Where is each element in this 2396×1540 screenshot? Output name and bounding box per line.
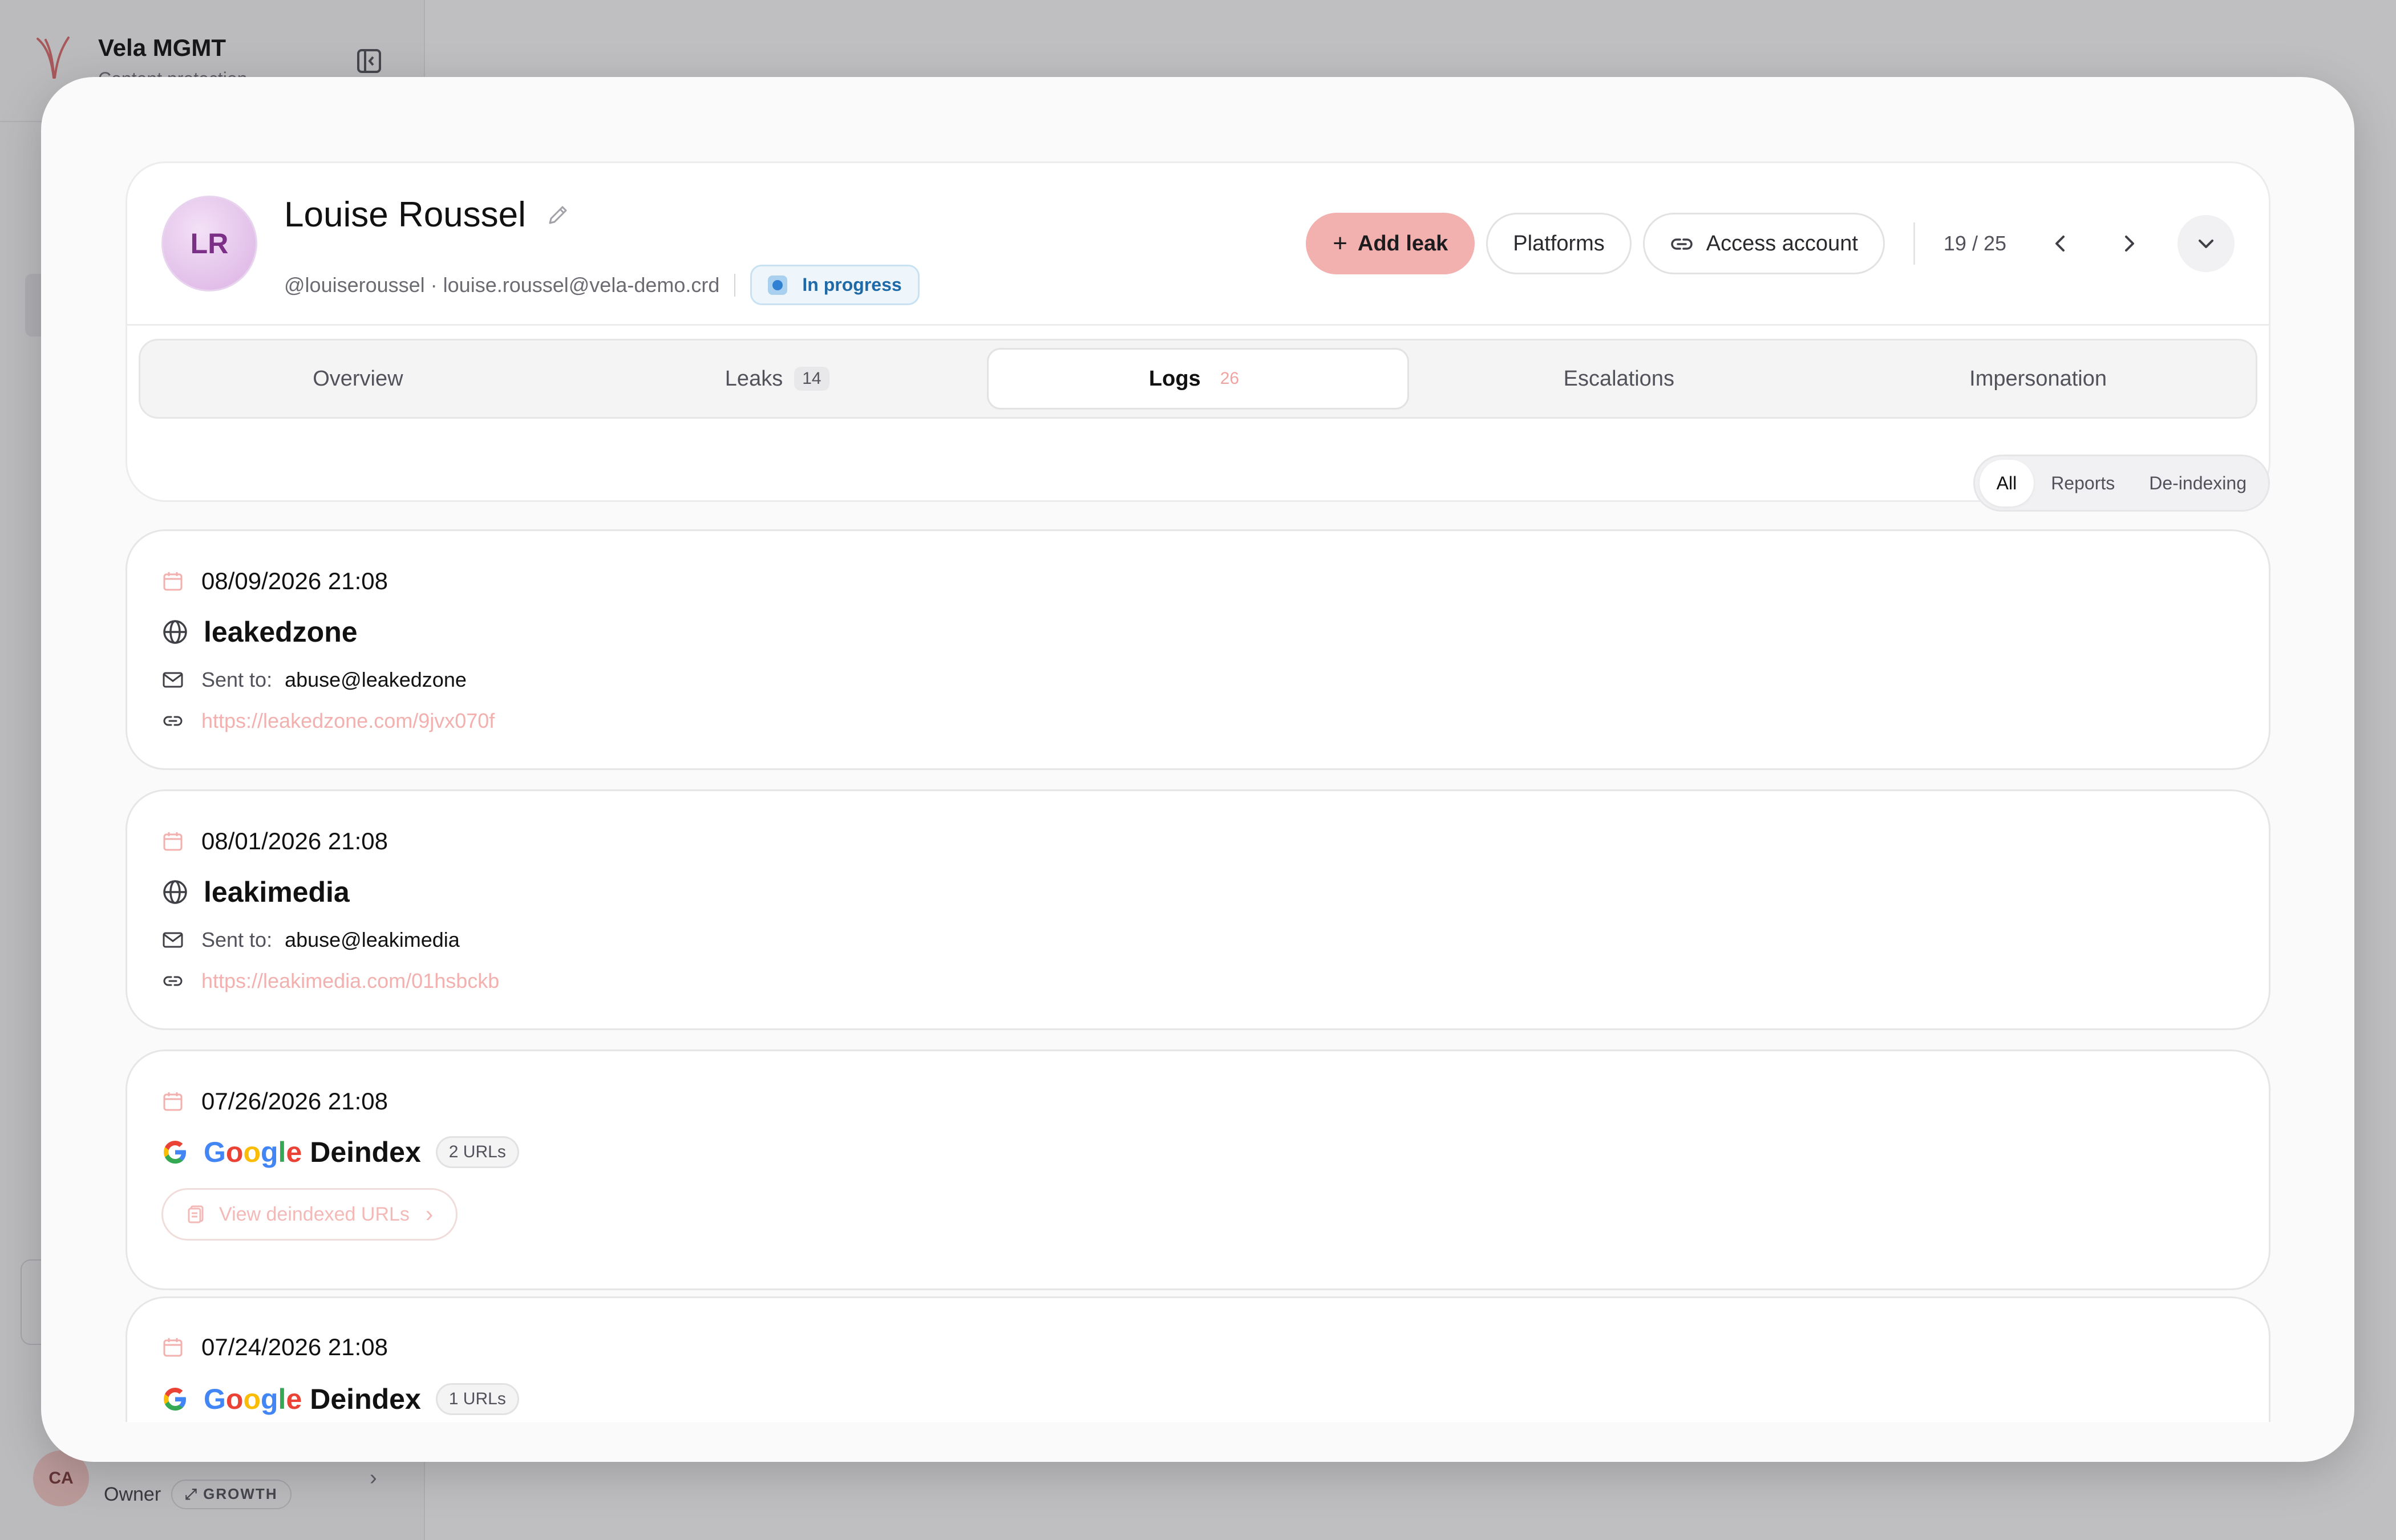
log-google-deindex: Google Deindex 1 URLs [161,1383,519,1416]
link-icon [163,716,183,726]
log-card: 07/24/2026 21:08 Google Deindex 1 URLs [126,1296,2270,1422]
chevron-right-icon: › [425,1201,434,1227]
mail-icon [163,932,183,948]
log-platform: leakimedia [161,876,350,909]
profile-header-card: LR Louise Roussel @louiseroussel · louis… [126,161,2270,502]
log-card: 08/09/2026 21:08 leakedzone Sent to: abu… [126,529,2270,770]
log-url-link[interactable]: https://leakimedia.com/01hsbckb [201,969,499,993]
tab-impersonation[interactable]: Impersonation [1828,348,2248,410]
status-badge: In progress [750,265,920,305]
log-card: 08/01/2026 21:08 leakimedia Sent to: abu… [126,789,2270,1030]
log-date: 07/26/2026 21:08 [161,1088,388,1115]
filter-all[interactable]: All [1979,460,2034,506]
url-count-badge: 2 URLs [435,1136,519,1168]
chevron-left-icon [2055,236,2065,252]
log-date: 08/01/2026 21:08 [161,828,388,855]
google-wordmark: Google [204,1136,302,1168]
name-row: Louise Roussel [284,194,570,235]
edit-pencil-icon[interactable] [545,202,570,228]
globe-icon [163,880,187,904]
tab-escalations[interactable]: Escalations [1409,348,1828,410]
document-icon [188,1205,204,1223]
url-count-badge: 1 URLs [435,1383,519,1415]
header-divider [127,324,2269,326]
google-g-icon [164,1388,186,1411]
plus-icon: + [1333,229,1347,257]
log-date: 07/24/2026 21:08 [161,1334,388,1361]
chevron-right-icon [2125,236,2134,252]
tab-leaks[interactable]: Leaks 14 [568,348,987,410]
view-deindexed-urls-button[interactable]: View deindexed URLs › [161,1188,458,1241]
header-actions: + Add leak Platforms Access account 19 /… [1306,213,2235,274]
google-g-icon [164,1141,186,1164]
chevron-down-icon [2199,240,2213,248]
tab-count-badge: 26 [1220,369,1240,388]
calendar-icon [163,572,183,591]
log-url: https://leakedzone.com/9jvx070f [161,709,495,733]
filter-deindexing[interactable]: De-indexing [2132,460,2264,506]
log-url-link[interactable]: https://leakedzone.com/9jvx070f [201,709,495,733]
log-sent-to: Sent to: abuse@leakedzone [161,668,467,692]
globe-icon [163,620,187,644]
tabs-bar: Overview Leaks 14 Logs 26 Escalations Im… [139,339,2257,419]
status-dot-icon [768,275,788,295]
calendar-icon [163,832,183,851]
mail-icon [163,672,183,688]
more-options-button[interactable] [2178,215,2235,272]
actions-separator [1913,222,1915,265]
modal-scroll-area[interactable]: LR Louise Roussel @louiseroussel · louis… [41,77,2354,1422]
tab-logs[interactable]: Logs 26 [986,348,1410,410]
log-sent-to: Sent to: abuse@leakimedia [161,928,460,952]
log-platform: leakedzone [161,615,358,649]
next-button[interactable] [2109,224,2149,264]
creator-modal: LR Louise Roussel @louiseroussel · louis… [41,77,2354,1462]
add-leak-button[interactable]: + Add leak [1306,213,1475,274]
filter-reports[interactable]: Reports [2034,460,2132,506]
platforms-button[interactable]: Platforms [1486,213,1632,274]
link-icon [1671,238,1693,250]
access-account-button[interactable]: Access account [1642,213,1885,274]
log-card: 07/26/2026 21:08 Google Deindex 2 URLs V… [126,1049,2270,1290]
pager-count: 19 / 25 [1943,232,2006,255]
log-date: 08/09/2026 21:08 [161,568,388,595]
log-filter-toggle: All Reports De-indexing [1973,455,2270,512]
log-google-deindex: Google Deindex 2 URLs [161,1136,519,1169]
profile-meta: @louiseroussel · louise.roussel@vela-dem… [284,265,920,305]
meta-separator [734,273,736,297]
tab-count-badge: 14 [794,367,829,391]
profile-name: Louise Roussel [284,195,526,234]
google-wordmark: Google [204,1383,302,1415]
calendar-icon [163,1092,183,1111]
log-url: https://leakimedia.com/01hsbckb [161,969,499,993]
tab-overview[interactable]: Overview [148,348,568,410]
link-icon [163,976,183,986]
previous-button[interactable] [2041,224,2081,264]
calendar-icon [163,1338,183,1357]
profile-handle-email: @louiseroussel · louise.roussel@vela-dem… [284,273,720,297]
profile-avatar: LR [161,196,257,291]
